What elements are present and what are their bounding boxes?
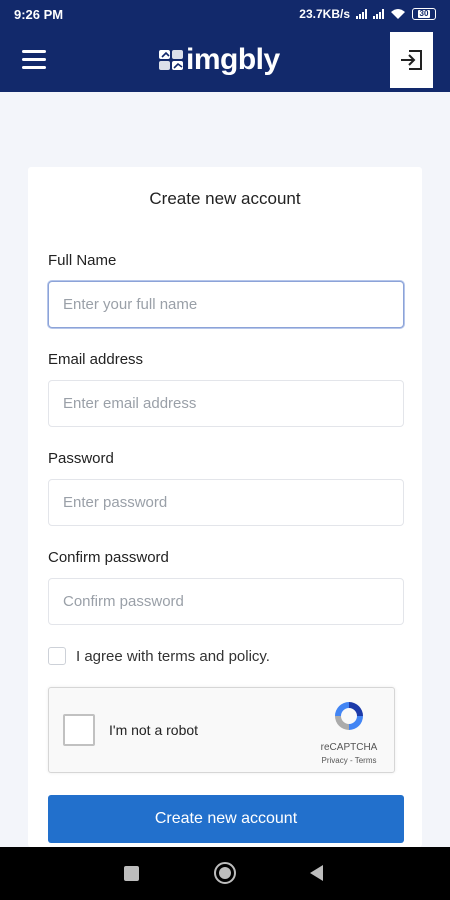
home-circle-icon[interactable] <box>214 862 236 884</box>
email-input[interactable] <box>48 380 404 427</box>
full-name-label: Full Name <box>48 252 117 269</box>
recaptcha-widget: I'm not a robot reCAPTCHA Privacy - Term… <box>48 687 395 773</box>
create-account-button[interactable]: Create new account <box>48 795 404 843</box>
wifi-icon <box>391 9 405 19</box>
status-time: 9:26 PM <box>14 6 64 22</box>
confirm-password-label: Confirm password <box>48 549 169 566</box>
recaptcha-checkbox[interactable] <box>63 714 95 746</box>
recaptcha-label: I'm not a robot <box>109 722 199 738</box>
brand-name: imgbly <box>186 43 280 76</box>
signal-icon <box>356 9 367 19</box>
status-bar: 9:26 PM 23.7KB/s 30 <box>0 0 450 28</box>
battery-level: 30 <box>417 9 431 18</box>
battery-icon: 30 <box>412 8 436 20</box>
password-input[interactable] <box>48 479 404 526</box>
signup-card: Create new account Full Name Email addre… <box>28 167 422 847</box>
hamburger-menu-icon[interactable] <box>22 50 50 70</box>
recaptcha-brand: reCAPTCHA <box>320 742 378 753</box>
recents-square-icon[interactable] <box>124 866 139 881</box>
brand-logo: imgbly <box>158 40 280 80</box>
back-triangle-icon[interactable] <box>310 865 323 881</box>
full-name-input[interactable] <box>48 281 404 328</box>
recaptcha-privacy-terms[interactable]: Privacy - Terms <box>311 756 387 765</box>
agree-terms-label: I agree with terms and policy. <box>76 647 270 665</box>
password-label: Password <box>48 450 114 467</box>
form-title: Create new account <box>149 189 301 208</box>
status-indicators: 23.7KB/s 30 <box>299 7 436 21</box>
checkbox-box[interactable] <box>48 647 66 665</box>
network-speed: 23.7KB/s <box>299 7 350 21</box>
system-nav-bar <box>0 847 450 900</box>
email-label: Email address <box>48 351 144 368</box>
recaptcha-logo-icon <box>335 702 363 730</box>
login-enter-icon <box>400 50 422 70</box>
login-button[interactable] <box>390 32 433 88</box>
signal-icon <box>373 9 384 19</box>
logo-mark-icon <box>159 50 183 70</box>
app-header: imgbly <box>0 28 450 92</box>
agree-terms-checkbox[interactable]: I agree with terms and policy. <box>48 647 270 665</box>
confirm-password-input[interactable] <box>48 578 404 625</box>
